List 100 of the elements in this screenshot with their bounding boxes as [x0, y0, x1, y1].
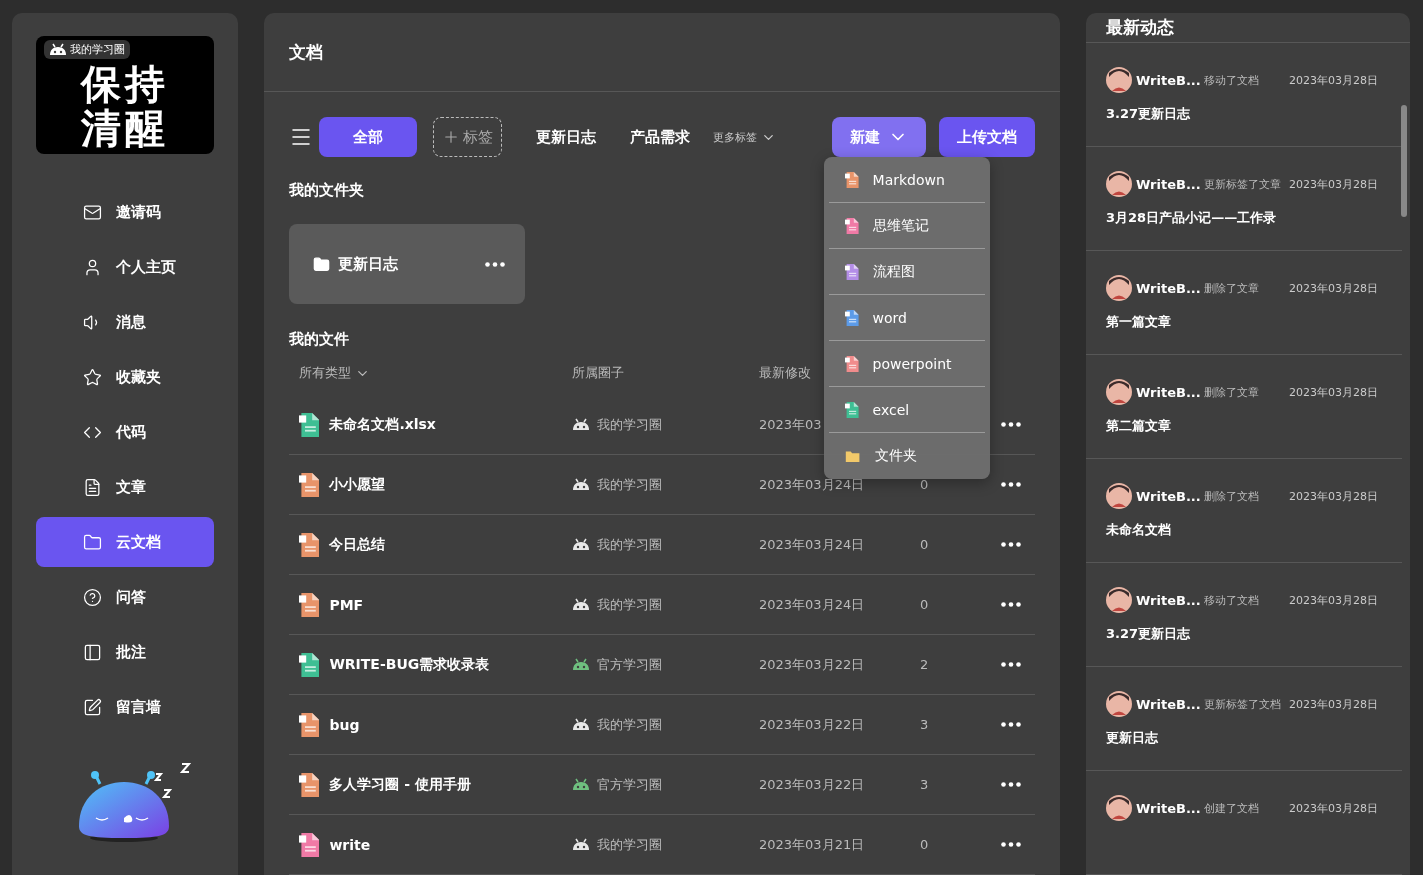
- activity-date: 2023年03月28日: [1289, 592, 1378, 608]
- nav-item[interactable]: 问答: [36, 572, 214, 622]
- nav-item[interactable]: 收藏夹: [36, 352, 214, 402]
- more-tags-button[interactable]: 更多标签: [707, 129, 782, 145]
- folder-icon: [313, 255, 330, 273]
- menu-item[interactable]: word: [829, 295, 985, 341]
- more-icon[interactable]: [1001, 482, 1021, 487]
- file-name[interactable]: 今日总结: [299, 532, 386, 557]
- more-icon[interactable]: [1001, 842, 1021, 847]
- document-title[interactable]: 3.27更新日志: [1106, 105, 1402, 123]
- activity-date: 2023年03月28日: [1289, 280, 1378, 296]
- document-title[interactable]: 3.27更新日志: [1106, 625, 1402, 643]
- user-name[interactable]: WriteB...: [1136, 488, 1204, 504]
- nav-item[interactable]: 批注: [36, 627, 214, 677]
- nav-item[interactable]: 云文档: [36, 517, 214, 567]
- user-name[interactable]: WriteB...: [1136, 592, 1204, 608]
- document-title[interactable]: 第一篇文章: [1106, 313, 1402, 331]
- nav-item[interactable]: 消息: [36, 297, 214, 347]
- modified-date: 2023年03月24日: [759, 595, 865, 614]
- more-icon[interactable]: [1001, 722, 1021, 727]
- more-icon[interactable]: [1001, 602, 1021, 607]
- document-title[interactable]: 3月28日产品小记——工作录: [1106, 209, 1402, 227]
- activity-date: 2023年03月28日: [1289, 696, 1378, 712]
- activity-date: 2023年03月28日: [1289, 72, 1378, 88]
- folder-card[interactable]: 更新日志: [289, 224, 525, 304]
- file-name[interactable]: PMF: [299, 592, 364, 617]
- user-name[interactable]: WriteB...: [1136, 72, 1204, 88]
- user-name[interactable]: WriteB...: [1136, 384, 1204, 400]
- avatar-icon: [1106, 171, 1132, 197]
- circle-cell: 官方学习圈: [572, 655, 662, 674]
- add-tag-button[interactable]: 标签: [433, 117, 502, 157]
- circle-cell: 我的学习圈: [572, 595, 662, 614]
- activity-date: 2023年03月28日: [1289, 176, 1378, 192]
- file-icon: [845, 171, 859, 188]
- menu-item[interactable]: excel: [829, 387, 985, 433]
- menu-item-label: 流程图: [872, 262, 915, 281]
- file-name[interactable]: write: [299, 832, 371, 857]
- nav-item[interactable]: 代码: [36, 407, 214, 457]
- more-icon[interactable]: [1001, 782, 1021, 787]
- user-name[interactable]: WriteB...: [1136, 800, 1204, 816]
- activity-date: 2023年03月28日: [1289, 384, 1378, 400]
- document-title[interactable]: 未命名文档: [1106, 521, 1402, 539]
- file-name[interactable]: 小小愿望: [299, 472, 386, 497]
- avatar-icon: [1106, 795, 1132, 821]
- more-icon[interactable]: [485, 261, 505, 267]
- user-name[interactable]: WriteB...: [1136, 696, 1204, 712]
- count-cell: 2: [920, 657, 929, 672]
- file-name[interactable]: bug: [299, 712, 360, 737]
- file-name[interactable]: 多人学习圈 - 使用手册: [299, 772, 471, 797]
- more-icon[interactable]: [1001, 542, 1021, 547]
- user-name[interactable]: WriteB...: [1136, 176, 1204, 192]
- star-icon: [83, 367, 102, 387]
- file-name[interactable]: WRITE-BUG需求收录表: [299, 652, 490, 677]
- tag-button[interactable]: 产品需求: [613, 117, 707, 157]
- help-icon: [83, 587, 102, 607]
- avatar-icon: [1106, 379, 1132, 405]
- logo-text: 清醒: [81, 106, 169, 150]
- menu-item[interactable]: 流程图: [829, 249, 985, 295]
- count-cell: 0: [920, 477, 929, 492]
- file-icon: [299, 412, 320, 437]
- more-icon[interactable]: [1001, 422, 1021, 427]
- more-icon[interactable]: [1001, 662, 1021, 667]
- scrollbar-thumb[interactable]: [1401, 105, 1407, 217]
- avatar-icon: [1106, 67, 1132, 93]
- document-title[interactable]: 第二篇文章: [1106, 417, 1402, 435]
- circle-cell: 我的学习圈: [572, 835, 662, 854]
- avatar-icon: [1106, 275, 1132, 301]
- avatar-icon: [1106, 691, 1132, 717]
- document-icon: [83, 477, 102, 497]
- modified-date: 2023年03月21日: [759, 835, 865, 854]
- file-icon: [299, 532, 320, 557]
- upload-button[interactable]: 上传文档: [939, 117, 1035, 157]
- section-title: 我的文件夹: [289, 181, 365, 200]
- count-cell: 0: [920, 837, 929, 852]
- logo-text: 保持: [81, 62, 169, 106]
- file-icon: [299, 472, 320, 497]
- robot-icon: [49, 43, 67, 56]
- nav-item[interactable]: 文章: [36, 462, 214, 512]
- folder-icon: [845, 449, 861, 463]
- activity-action: 删除了文档: [1204, 488, 1260, 504]
- file-name[interactable]: 未命名文档.xlsx: [299, 412, 436, 437]
- menu-item-label: excel: [872, 401, 910, 418]
- nav-item[interactable]: 留言墙: [36, 682, 214, 732]
- menu-item-label: word: [872, 309, 907, 326]
- user-name[interactable]: WriteB...: [1136, 280, 1204, 296]
- tag-button[interactable]: 更新日志: [519, 117, 613, 157]
- menu-item[interactable]: powerpoint: [829, 341, 985, 387]
- menu-item[interactable]: 思维笔记: [829, 203, 985, 249]
- document-title[interactable]: 更新日志: [1106, 729, 1402, 747]
- edit-icon: [83, 697, 102, 717]
- tag-button[interactable]: 全部: [319, 117, 417, 157]
- column-header[interactable]: 所有类型: [299, 364, 370, 382]
- activity-date: 2023年03月28日: [1289, 800, 1378, 816]
- panel-title: 最新动态: [1106, 16, 1174, 39]
- nav-item[interactable]: 邀请码: [36, 187, 214, 237]
- new-button[interactable]: 新建: [832, 117, 926, 157]
- section-title: 我的文件: [289, 330, 350, 349]
- count-cell: 3: [920, 717, 929, 732]
- menu-item[interactable]: Markdown: [829, 157, 985, 203]
- nav-item[interactable]: 个人主页: [36, 242, 214, 292]
